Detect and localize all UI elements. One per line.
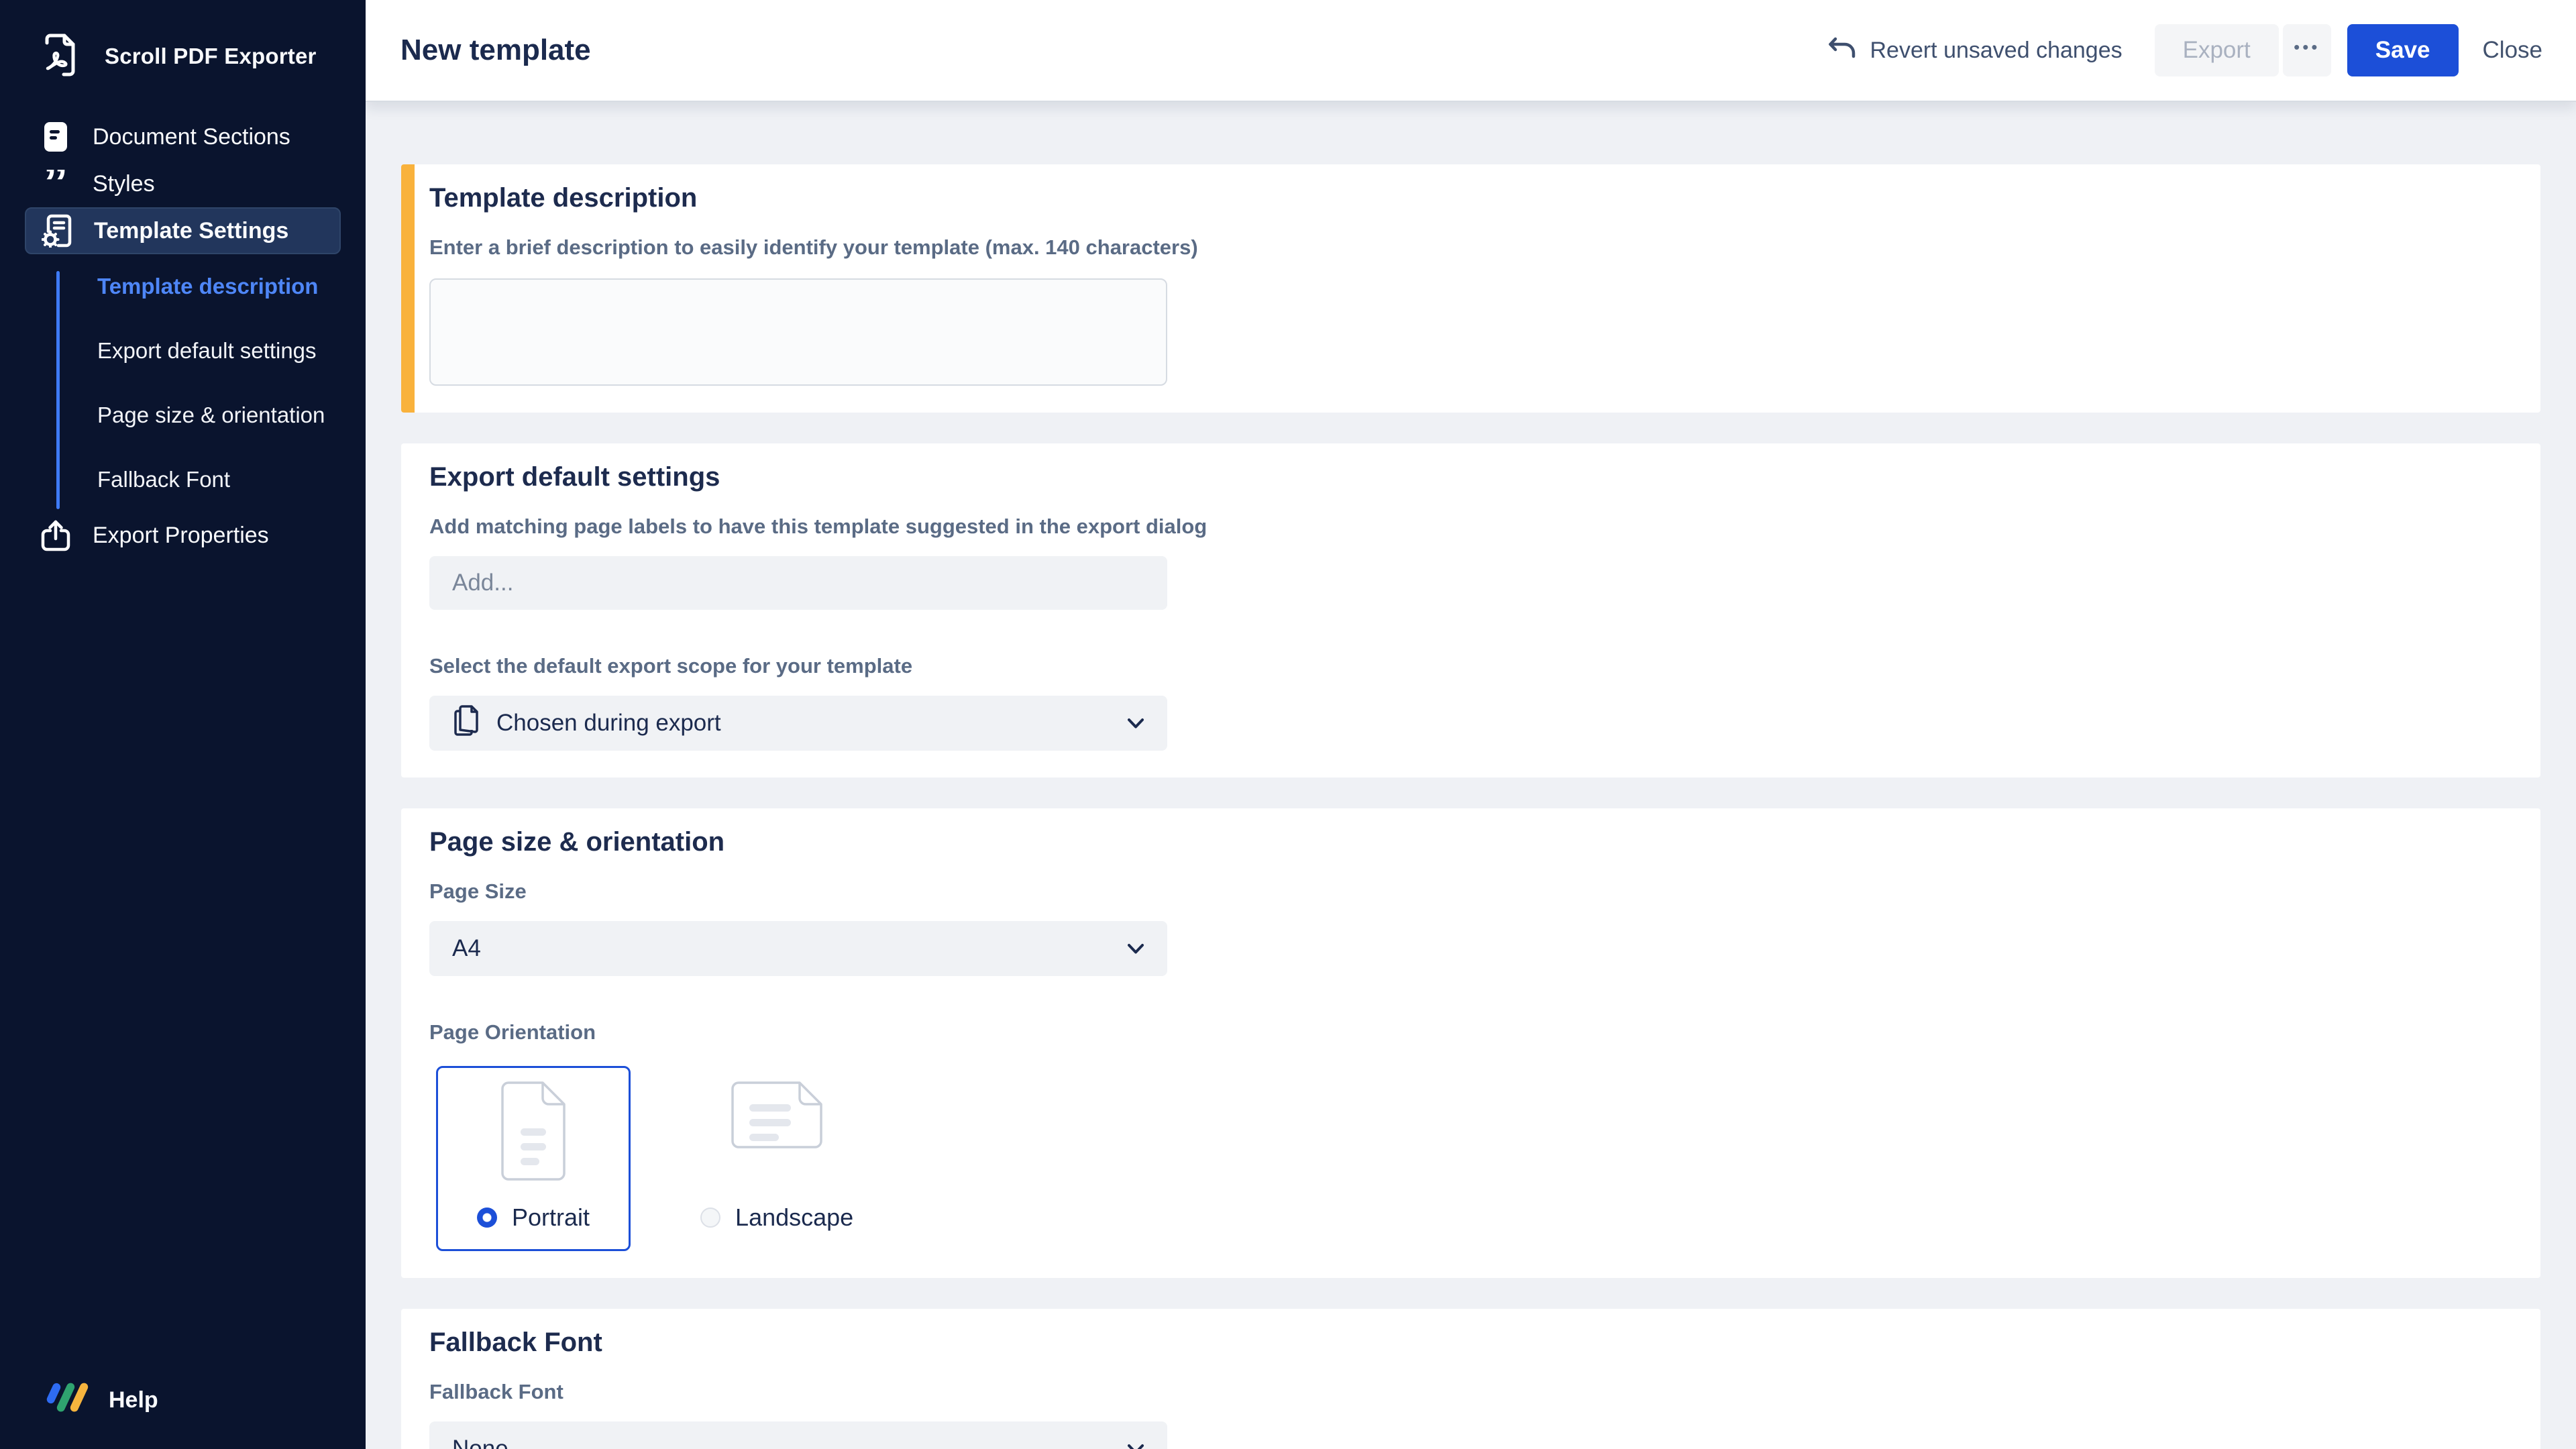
- section-title: Fallback Font: [429, 1326, 2500, 1358]
- header: New template Revert unsaved changes Expo…: [366, 0, 2576, 102]
- quotes-icon: ”: [40, 170, 71, 198]
- book-icon: [40, 121, 71, 152]
- page-labels-input[interactable]: [429, 556, 1167, 610]
- help-button[interactable]: Help: [42, 1379, 158, 1422]
- export-scope-value: Chosen during export: [496, 710, 721, 737]
- header-actions: Revert unsaved changes Export ••• Save C…: [1828, 24, 2542, 76]
- section-title: Page size & orientation: [429, 826, 2500, 858]
- sidebar-item-styles[interactable]: ” Styles: [25, 160, 341, 207]
- orientation-options: Portrait Landscape: [429, 1066, 2500, 1251]
- template-description-textarea[interactable]: [429, 278, 1167, 386]
- export-scope-field-label: Select the default export scope for your…: [429, 654, 2500, 678]
- subnav-item-export-default-settings[interactable]: Export default settings: [0, 319, 366, 383]
- pages-copy-icon: [452, 704, 479, 743]
- sidebar-item-label: Styles: [93, 171, 155, 197]
- fallback-font-select[interactable]: None: [429, 1421, 1167, 1449]
- landscape-page-icon: [731, 1081, 823, 1190]
- k15t-logo-icon: [42, 1379, 93, 1422]
- app-logo-row: Scroll PDF Exporter: [0, 0, 366, 108]
- subnav-item-template-description[interactable]: Template description: [0, 254, 366, 319]
- chevron-down-icon: [1127, 1444, 1144, 1449]
- section-fallback-font: Fallback Font Fallback Font None: [401, 1309, 2540, 1449]
- revert-unsaved-changes-button[interactable]: Revert unsaved changes: [1828, 36, 2122, 66]
- portrait-label: Portrait: [512, 1203, 590, 1232]
- section-title: Template description: [429, 182, 2500, 214]
- more-options-button[interactable]: •••: [2283, 24, 2331, 76]
- sidebar-item-label: Document Sections: [93, 124, 290, 150]
- save-button[interactable]: Save: [2347, 24, 2459, 76]
- main-content: Template description Enter a brief descr…: [366, 102, 2576, 1449]
- section-page-size-orientation: Page size & orientation Page Size A4 Pag…: [401, 808, 2540, 1278]
- subnav-item-page-size-orientation[interactable]: Page size & orientation: [0, 383, 366, 447]
- sidebar-item-label: Template Settings: [94, 218, 288, 244]
- orientation-option-portrait[interactable]: Portrait: [436, 1066, 631, 1251]
- section-export-default-settings: Export default settings Add matching pag…: [401, 443, 2540, 777]
- sidebar: Scroll PDF Exporter Document Sections ” …: [0, 0, 366, 1449]
- page-size-select[interactable]: A4: [429, 921, 1167, 976]
- page-size-field-label: Page Size: [429, 879, 2500, 904]
- portrait-page-icon: [500, 1081, 566, 1190]
- page-size-value: A4: [452, 935, 481, 962]
- page-orientation-field-label: Page Orientation: [429, 1020, 2500, 1044]
- page-labels-field-label: Add matching page labels to have this te…: [429, 515, 2500, 539]
- share-export-icon: [40, 519, 71, 551]
- landscape-radio[interactable]: [700, 1208, 720, 1228]
- help-label: Help: [109, 1387, 158, 1413]
- description-field-label: Enter a brief description to easily iden…: [429, 235, 2500, 260]
- app-title: Scroll PDF Exporter: [105, 44, 317, 69]
- sidebar-item-label: Export Properties: [93, 523, 269, 549]
- orientation-option-landscape[interactable]: Landscape: [700, 1066, 853, 1232]
- portrait-radio[interactable]: [477, 1208, 497, 1228]
- template-settings-subnav: Template description Export default sett…: [0, 254, 366, 512]
- document-gear-icon: [42, 214, 72, 248]
- chevron-down-icon: [1127, 718, 1144, 729]
- fallback-font-field-label: Fallback Font: [429, 1380, 2500, 1404]
- export-button[interactable]: Export: [2155, 24, 2279, 76]
- sidebar-item-export-properties[interactable]: Export Properties: [25, 512, 341, 559]
- export-scope-select[interactable]: Chosen during export: [429, 696, 1167, 751]
- sidebar-item-document-sections[interactable]: Document Sections: [25, 113, 341, 160]
- section-template-description: Template description Enter a brief descr…: [401, 164, 2540, 413]
- fallback-font-value: None: [452, 1436, 508, 1449]
- section-title: Export default settings: [429, 461, 2500, 493]
- pdf-document-icon: [42, 31, 76, 81]
- sidebar-nav: Document Sections ” Styles Templa: [0, 113, 366, 559]
- sidebar-item-template-settings[interactable]: Template Settings: [25, 207, 341, 254]
- page-title: New template: [400, 34, 591, 67]
- close-button[interactable]: Close: [2483, 37, 2542, 64]
- chevron-down-icon: [1127, 943, 1144, 955]
- undo-icon: [1828, 36, 1856, 66]
- subnav-item-fallback-font[interactable]: Fallback Font: [0, 447, 366, 512]
- revert-label: Revert unsaved changes: [1870, 38, 2122, 64]
- landscape-label: Landscape: [735, 1203, 853, 1232]
